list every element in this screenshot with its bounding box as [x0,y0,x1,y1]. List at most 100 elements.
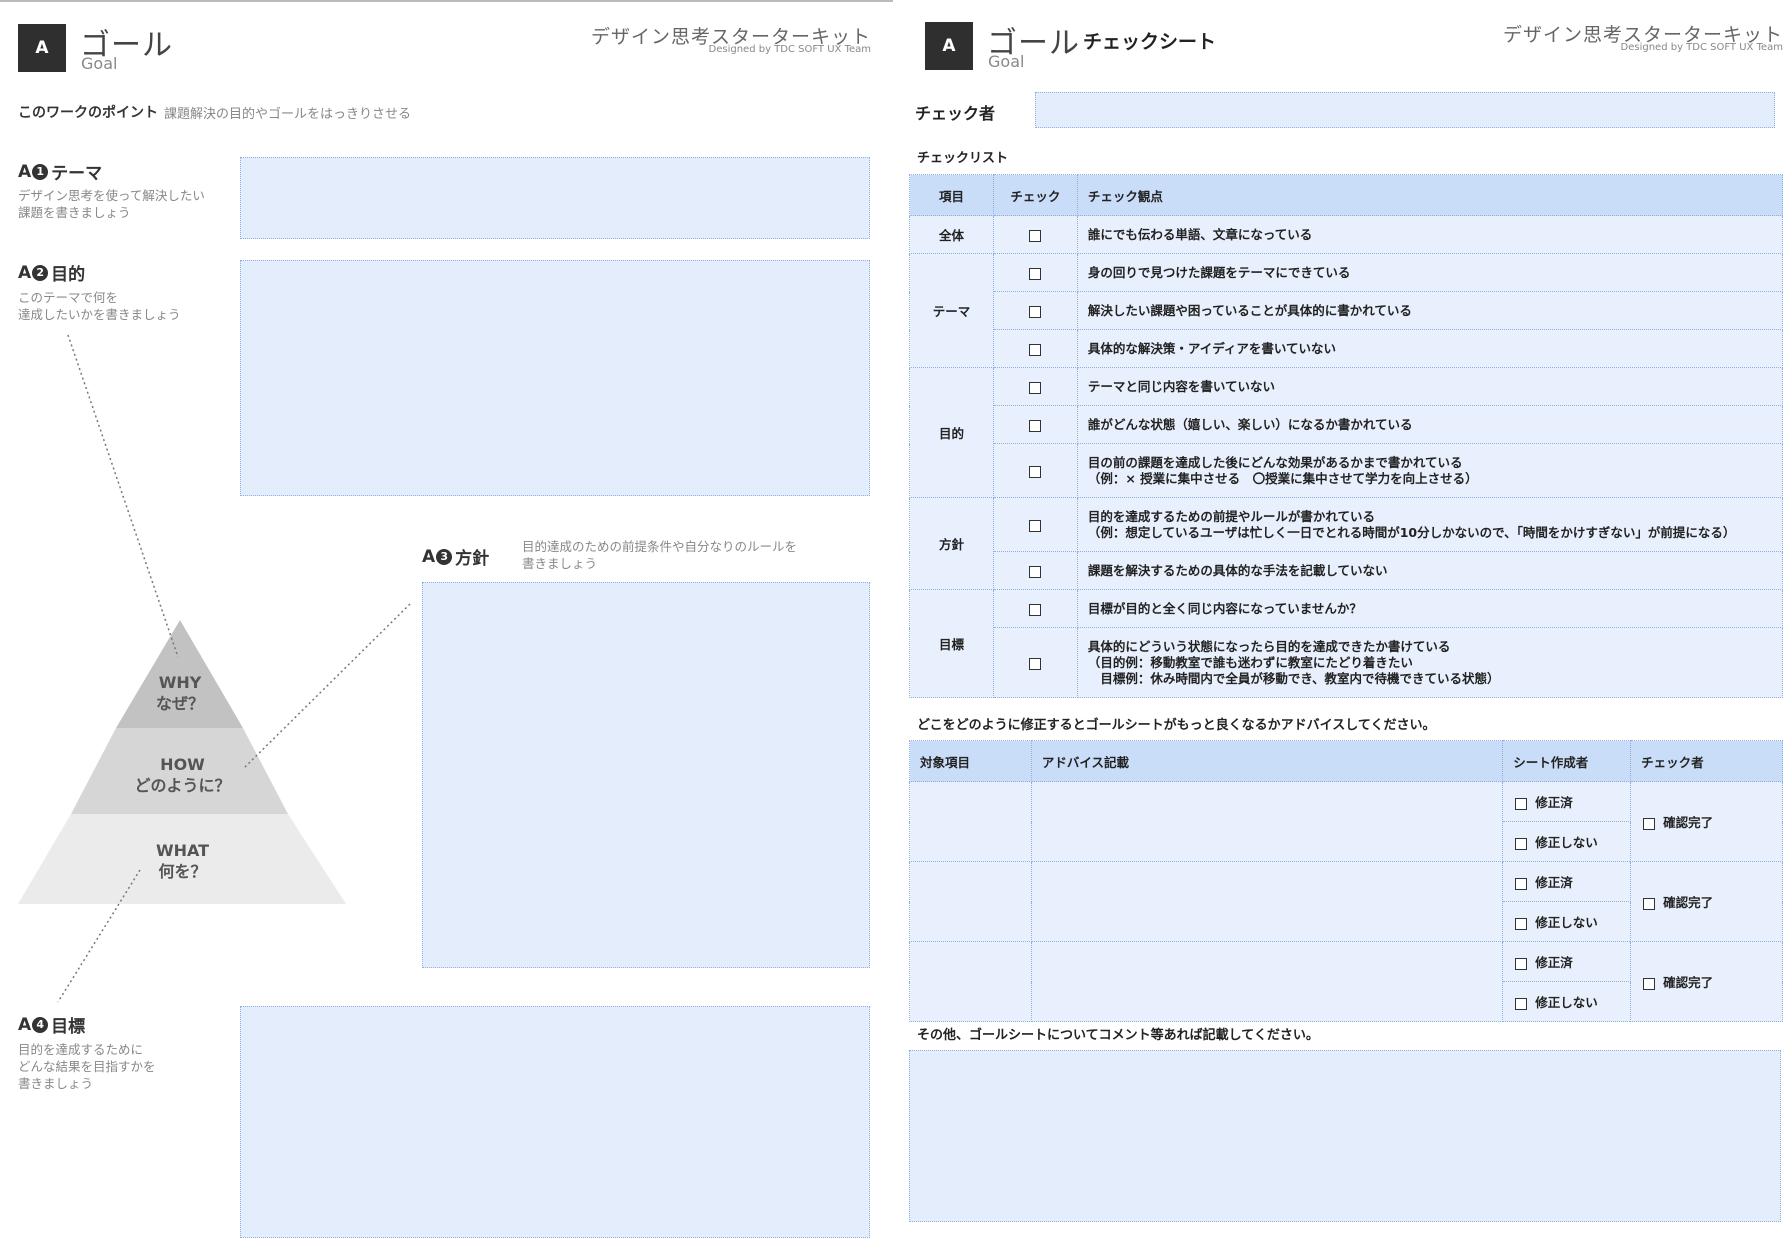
option-label: 修正済 [1535,955,1573,970]
checkbox-icon[interactable] [1029,419,1042,432]
kit-credit: Designed by TDC SOFT UX Team [1620,42,1783,53]
viewpoint-cell: テーマと同じ内容を書いていない [1076,367,1784,406]
option-not-fixed[interactable]: 修正しない [1502,981,1632,1022]
checkbox-icon[interactable] [1029,267,1042,280]
checkbox-icon[interactable] [1643,897,1656,910]
check-cell[interactable] [992,497,1078,552]
checkbox-icon[interactable] [1029,657,1042,670]
advice-input[interactable] [1030,861,1504,942]
option-confirmed[interactable]: 確認完了 [1630,941,1783,1022]
checkbox-icon[interactable] [1029,229,1042,242]
check-cell[interactable] [992,551,1078,590]
category-cell: 目的 [909,367,994,498]
advice-header-row: 対象項目 アドバイス記載 シート作成者 チェック者 [909,740,1783,782]
header-checker: チェック者 [1630,740,1783,782]
header-check: チェック [992,174,1078,216]
advice-input[interactable] [1030,781,1504,862]
category-cell: 全体 [909,215,994,254]
target-item-input[interactable] [909,861,1032,942]
section-badge: A [925,22,973,70]
check-cell[interactable] [992,589,1078,628]
advice-input[interactable] [1030,941,1504,1022]
table-row: 解決したい課題や困っていることが具体的に書かれている [910,291,1784,330]
viewpoint-cell: 目の前の課題を達成した後にどんな効果があるかまで書かれている （例：× 授業に集… [1076,443,1784,498]
header-advice: アドバイス記載 [1030,740,1504,782]
pyramid-what-label: WHAT 何を？ [155,841,210,881]
viewpoint-cell: 誰にでも伝わる単語、文章になっている [1076,215,1784,254]
checkbox-icon[interactable] [1029,305,1042,318]
option-confirmed[interactable]: 確認完了 [1630,861,1783,942]
option-label: 確認完了 [1663,975,1714,990]
viewpoint-cell: 具体的な解決策・アイディアを書いていない [1076,329,1784,368]
checklist-header-row: 項目 チェック チェック観点 [909,174,1784,216]
checkbox-icon[interactable] [1029,519,1042,532]
table-row: 具体的な解決策・アイディアを書いていない [910,329,1784,368]
category-cell: 目標 [909,589,994,698]
page-subtitle-en: Goal [988,52,1025,71]
goal-worksheet-page: A ゴール Goal デザイン思考スターターキット Designed by TD… [0,0,893,1260]
checklist-label: チェックリスト [917,151,1009,166]
connector-purpose-why [67,334,179,658]
viewpoint-cell: 課題を解決するための具体的な手法を記載していない [1076,551,1784,590]
checker-name-input[interactable] [1035,92,1775,128]
option-not-fixed[interactable]: 修正しない [1502,901,1632,942]
advice-row: 修正済 確認完了 [909,861,1783,942]
checkbox-icon[interactable] [1643,817,1656,830]
check-cell[interactable] [992,291,1078,330]
viewpoint-cell: 目的を達成するための前提やルールが書かれている （例：想定しているユーザは忙しく… [1076,497,1784,552]
table-row: 誰がどんな状態（嬉しい、楽しい）になるか書かれている [910,405,1784,444]
checkbox-icon[interactable] [1515,997,1528,1010]
option-fixed[interactable]: 修正済 [1502,781,1632,822]
checkbox-icon[interactable] [1515,917,1528,930]
viewpoint-cell: 具体的にどういう状態になったら目的を達成できたか書けている （目的例：移動教室で… [1076,627,1784,698]
comment-label: その他、ゴールシートについてコメント等あれば記載してください。 [917,1028,1319,1043]
comment-input-area[interactable] [909,1050,1781,1222]
header-viewpoint: チェック観点 [1076,174,1784,216]
check-cell[interactable] [992,253,1078,292]
checkbox-icon[interactable] [1515,837,1528,850]
checkbox-icon[interactable] [1029,565,1042,578]
checklist-table: 項目 チェック チェック観点 全体 誰にでも伝わる単語、文章になっている テーマ… [909,174,1784,698]
check-cell[interactable] [992,405,1078,444]
target-item-input[interactable] [909,941,1032,1022]
pyramid-diagram [18,334,411,1003]
checkbox-icon[interactable] [1029,465,1042,478]
table-row: 全体 誰にでも伝わる単語、文章になっている [909,215,1784,254]
checkbox-icon[interactable] [1029,381,1042,394]
check-cell[interactable] [992,215,1078,254]
check-cell[interactable] [992,367,1078,406]
category-cell: テーマ [909,253,994,368]
checkbox-icon[interactable] [1029,603,1042,616]
checkbox-icon[interactable] [1029,343,1042,356]
checkbox-icon[interactable] [1643,977,1656,990]
viewpoint-cell: 目標が目的と全く同じ内容になっていませんか？ [1076,589,1784,628]
table-row: 課題を解決するための具体的な手法を記載していない [910,551,1784,590]
check-cell[interactable] [992,443,1078,498]
advice-table: 対象項目 アドバイス記載 シート作成者 チェック者 修正済 確認完了 修正しない… [909,740,1783,1022]
table-row: 方針 目的を達成するための前提やルールが書かれている （例：想定しているユーザは… [909,497,1784,590]
option-confirmed[interactable]: 確認完了 [1630,781,1783,862]
check-cell[interactable] [992,627,1078,698]
option-label: 修正済 [1535,795,1573,810]
check-cell[interactable] [992,329,1078,368]
header-item: 項目 [909,174,994,216]
option-fixed[interactable]: 修正済 [1502,861,1632,902]
advice-row: 修正済 確認完了 [909,781,1783,862]
option-fixed[interactable]: 修正済 [1502,941,1632,982]
option-not-fixed[interactable]: 修正しない [1502,821,1632,862]
option-label: 修正しない [1535,995,1598,1010]
pyramid-why-label: WHY なぜ？ [155,673,204,713]
viewpoint-cell: 解決したい課題や困っていることが具体的に書かれている [1076,291,1784,330]
checker-label: チェック者 [915,104,996,123]
checkbox-icon[interactable] [1515,957,1528,970]
viewpoint-cell: 身の回りで見つけた課題をテーマにできている [1076,253,1784,292]
option-label: 修正しない [1535,835,1598,850]
option-label: 修正済 [1535,875,1573,890]
table-row: 目の前の課題を達成した後にどんな効果があるかまで書かれている （例：× 授業に集… [910,443,1784,498]
checkbox-icon[interactable] [1515,877,1528,890]
target-item-input[interactable] [909,781,1032,862]
advice-label: どこをどのように修正するとゴールシートがもっと良くなるかアドバイスしてください。 [917,718,1436,733]
advice-row: 修正済 確認完了 [909,941,1783,1022]
category-cell: 方針 [909,497,994,590]
checkbox-icon[interactable] [1515,797,1528,810]
